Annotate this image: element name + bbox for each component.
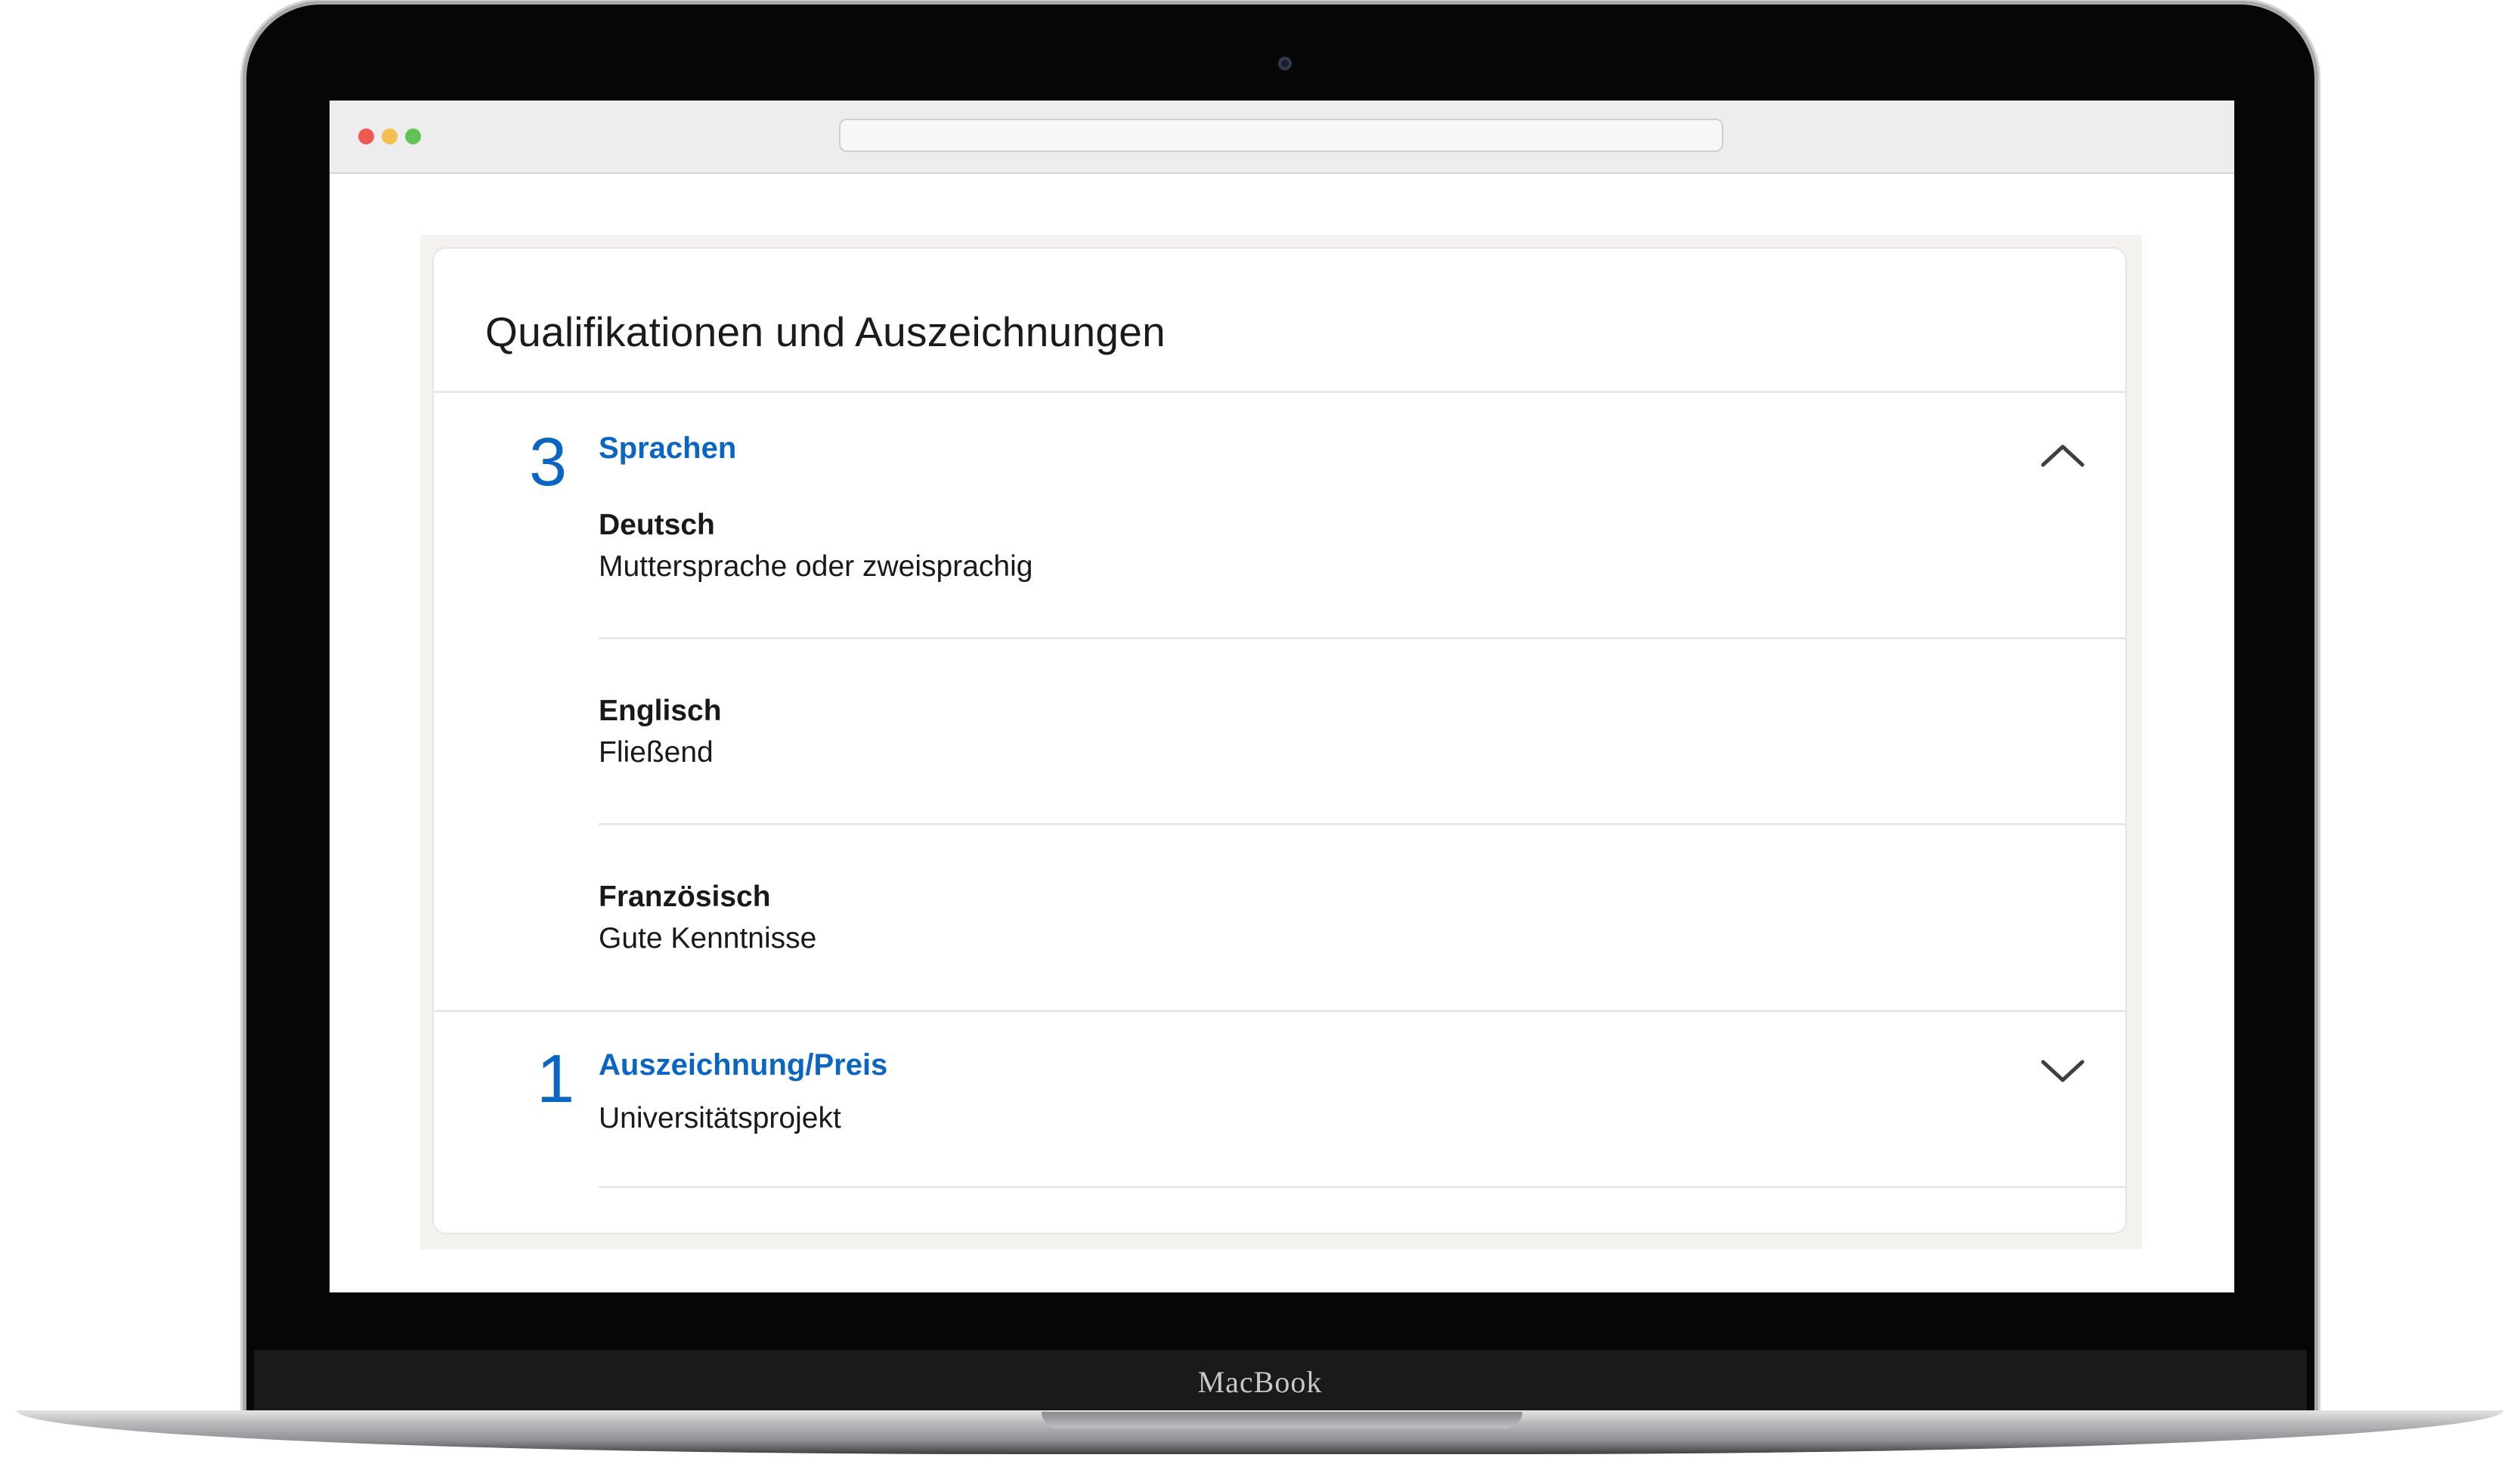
title-divider xyxy=(434,391,2125,393)
card-title: Qualifikationen und Auszeichnungen xyxy=(485,308,1166,355)
section-title-languages[interactable]: Sprachen xyxy=(599,432,736,466)
item-title: Universitätsprojekt xyxy=(599,1102,841,1134)
laptop-hinge-notch xyxy=(1042,1412,1522,1428)
item-divider xyxy=(599,637,2125,639)
section-count: 1 xyxy=(537,1042,575,1117)
address-bar[interactable] xyxy=(839,119,1723,152)
item-title: Englisch xyxy=(599,695,722,727)
item-title: Deutsch xyxy=(599,509,715,541)
page-background: Qualifikationen und Auszeichnungen 3 Spr… xyxy=(420,235,2142,1249)
item-divider xyxy=(599,823,2125,825)
item-subtitle: Fließend xyxy=(599,736,714,769)
qualifications-card: Qualifikationen und Auszeichnungen 3 Spr… xyxy=(434,249,2125,1233)
chevron-down-icon[interactable] xyxy=(2040,1056,2085,1086)
item-divider xyxy=(599,1186,2125,1188)
section-title-awards[interactable]: Auszeichnung/Preis xyxy=(599,1048,887,1082)
item-subtitle: Muttersprache oder zweisprachig xyxy=(599,550,1033,583)
minimize-window-button[interactable] xyxy=(382,128,398,144)
item-subtitle: Gute Kenntnisse xyxy=(599,922,817,955)
item-title: Französisch xyxy=(599,881,771,913)
section-divider xyxy=(434,1010,2125,1012)
browser-window: Qualifikationen und Auszeichnungen 3 Spr… xyxy=(330,101,2234,1292)
maximize-window-button[interactable] xyxy=(405,128,421,144)
browser-toolbar xyxy=(330,101,2234,174)
close-window-button[interactable] xyxy=(358,128,374,144)
section-count: 3 xyxy=(529,425,568,500)
camera-icon xyxy=(1278,57,1292,70)
device-brand-label: MacBook xyxy=(1197,1365,1323,1399)
chevron-up-icon[interactable] xyxy=(2040,441,2085,471)
